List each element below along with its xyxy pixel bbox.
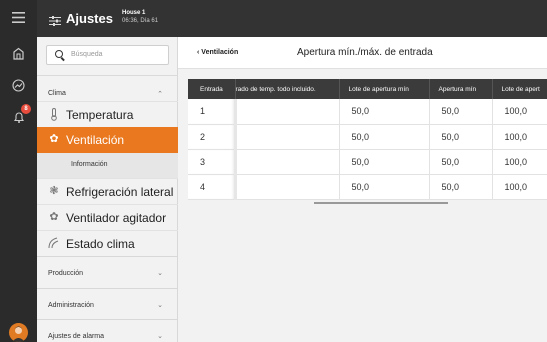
search-placeholder: Búsqueda bbox=[71, 51, 103, 58]
house-time: 06:36, Día 61 bbox=[122, 18, 159, 24]
avatar[interactable] bbox=[9, 323, 28, 342]
chevron-up-icon: ⌃ bbox=[157, 91, 163, 98]
table-row[interactable]: 4 50,0 50,0 100,0 bbox=[188, 174, 547, 200]
cooling-icon: ❃ bbox=[49, 185, 59, 197]
settings-sidebar: Búsqueda Clima ⌃ Temperatura ✿ Ventilaci… bbox=[37, 37, 178, 342]
chevron-down-icon: ⌄ bbox=[157, 333, 163, 340]
table-cell-entrada: 1 bbox=[188, 99, 237, 125]
horizontal-scrollbar[interactable] bbox=[314, 202, 448, 204]
alarm-count-badge: 8 bbox=[21, 104, 31, 114]
table-header-row: Entrada rado de temp. todo incluido. Lot… bbox=[188, 79, 547, 99]
table-row[interactable]: 1 50,0 50,0 100,0 bbox=[188, 99, 547, 125]
climate-icon bbox=[48, 237, 60, 250]
house-selector[interactable]: House 1 06:36, Día 61 bbox=[122, 9, 158, 25]
icon-rail: 8 bbox=[0, 0, 37, 342]
bell-icon[interactable]: 8 bbox=[9, 104, 31, 127]
section-administracion[interactable]: Administración ⌄ bbox=[37, 292, 178, 318]
section-ajustes-alarma[interactable]: Ajustes de alarma ⌄ bbox=[37, 324, 178, 342]
sidebar-item-temperatura[interactable]: Temperatura bbox=[37, 101, 178, 127]
section-administracion-label: Administración bbox=[48, 302, 94, 309]
table-cell-entrada: 3 bbox=[188, 149, 237, 175]
table-cell[interactable]: 50,0 bbox=[429, 174, 493, 200]
house-icon[interactable] bbox=[9, 44, 28, 63]
sidebar-item-label: Temperatura bbox=[66, 108, 134, 122]
page-title: Apertura mín./máx. de entrada bbox=[297, 47, 433, 58]
divider bbox=[37, 319, 178, 320]
column-header: Lote de apertura mín bbox=[339, 79, 430, 99]
sidebar-item-label: Refrigeración lateral bbox=[66, 185, 174, 199]
search-icon bbox=[55, 50, 63, 58]
thermometer-icon bbox=[48, 108, 60, 121]
sidebar-item-ventilador-agitador[interactable]: ✿ Ventilador agitador bbox=[37, 204, 178, 230]
table-cell[interactable] bbox=[235, 149, 340, 175]
table-cell[interactable]: 100,0 bbox=[492, 124, 547, 150]
sidebar-subitem-label: Información bbox=[71, 161, 108, 168]
table-row[interactable]: 3 50,0 50,0 100,0 bbox=[188, 149, 547, 175]
column-header: Entrada bbox=[188, 79, 236, 99]
chevron-down-icon: ⌄ bbox=[157, 270, 163, 277]
table-cell[interactable]: 50,0 bbox=[339, 149, 430, 175]
section-produccion[interactable]: Producción ⌄ bbox=[37, 261, 178, 287]
sidebar-item-label: Estado clima bbox=[66, 237, 135, 251]
main-content: ‹ Ventilación Apertura mín./máx. de entr… bbox=[178, 37, 547, 342]
divider bbox=[37, 256, 178, 257]
column-header: rado de temp. todo incluido. bbox=[235, 79, 340, 99]
sidebar-subitem-informacion[interactable]: Información bbox=[37, 153, 178, 178]
menu-icon[interactable] bbox=[9, 8, 28, 27]
table-cell[interactable]: 100,0 bbox=[492, 174, 547, 200]
table-cell[interactable] bbox=[235, 174, 340, 200]
divider bbox=[37, 288, 178, 289]
table-cell[interactable] bbox=[235, 99, 340, 125]
table-cell[interactable]: 50,0 bbox=[339, 99, 430, 125]
inlet-opening-table: Entrada rado de temp. todo incluido. Lot… bbox=[188, 79, 547, 200]
house-name: House 1 bbox=[122, 10, 146, 16]
fan-icon: ✿ bbox=[49, 133, 59, 145]
column-header: Lote de apert bbox=[492, 79, 547, 99]
sidebar-item-estado-clima[interactable]: Estado clima bbox=[37, 230, 178, 256]
fan-icon: ✿ bbox=[49, 211, 59, 223]
table-row[interactable]: 2 50,0 50,0 100,0 bbox=[188, 124, 547, 150]
graph-icon[interactable] bbox=[9, 76, 28, 95]
breadcrumb: ‹ Ventilación Apertura mín./máx. de entr… bbox=[178, 37, 547, 69]
table-cell[interactable]: 50,0 bbox=[339, 124, 430, 150]
sidebar-item-ventilacion[interactable]: ✿ Ventilación bbox=[37, 127, 178, 153]
section-clima-label: Clima bbox=[48, 90, 66, 97]
sidebar-item-refrigeracion-lateral[interactable]: ❃ Refrigeración lateral bbox=[37, 178, 178, 204]
sidebar-item-label: Ventilador agitador bbox=[66, 211, 167, 225]
back-link-label: Ventilación bbox=[201, 49, 239, 56]
section-ajustes-alarma-label: Ajustes de alarma bbox=[48, 333, 105, 340]
table-cell[interactable]: 100,0 bbox=[492, 99, 547, 125]
app-title: Ajustes bbox=[66, 11, 113, 26]
back-link[interactable]: ‹ Ventilación bbox=[197, 49, 238, 56]
sidebar-item-label: Ventilación bbox=[66, 133, 125, 147]
sliders-icon bbox=[49, 13, 61, 31]
table-cell-entrada: 2 bbox=[188, 124, 237, 150]
chevron-down-icon: ⌄ bbox=[157, 302, 163, 309]
top-bar: Ajustes House 1 06:36, Día 61 bbox=[37, 0, 547, 37]
table-cell[interactable]: 100,0 bbox=[492, 149, 547, 175]
table-cell[interactable]: 50,0 bbox=[429, 149, 493, 175]
table-cell[interactable]: 50,0 bbox=[429, 99, 493, 125]
search-input[interactable]: Búsqueda bbox=[46, 45, 169, 65]
divider bbox=[37, 75, 178, 76]
section-produccion-label: Producción bbox=[48, 270, 84, 277]
column-header: Apertura mín bbox=[429, 79, 493, 99]
table-cell[interactable]: 50,0 bbox=[339, 174, 430, 200]
table-cell[interactable]: 50,0 bbox=[429, 124, 493, 150]
table-cell-entrada: 4 bbox=[188, 174, 237, 200]
table-cell[interactable] bbox=[235, 124, 340, 150]
